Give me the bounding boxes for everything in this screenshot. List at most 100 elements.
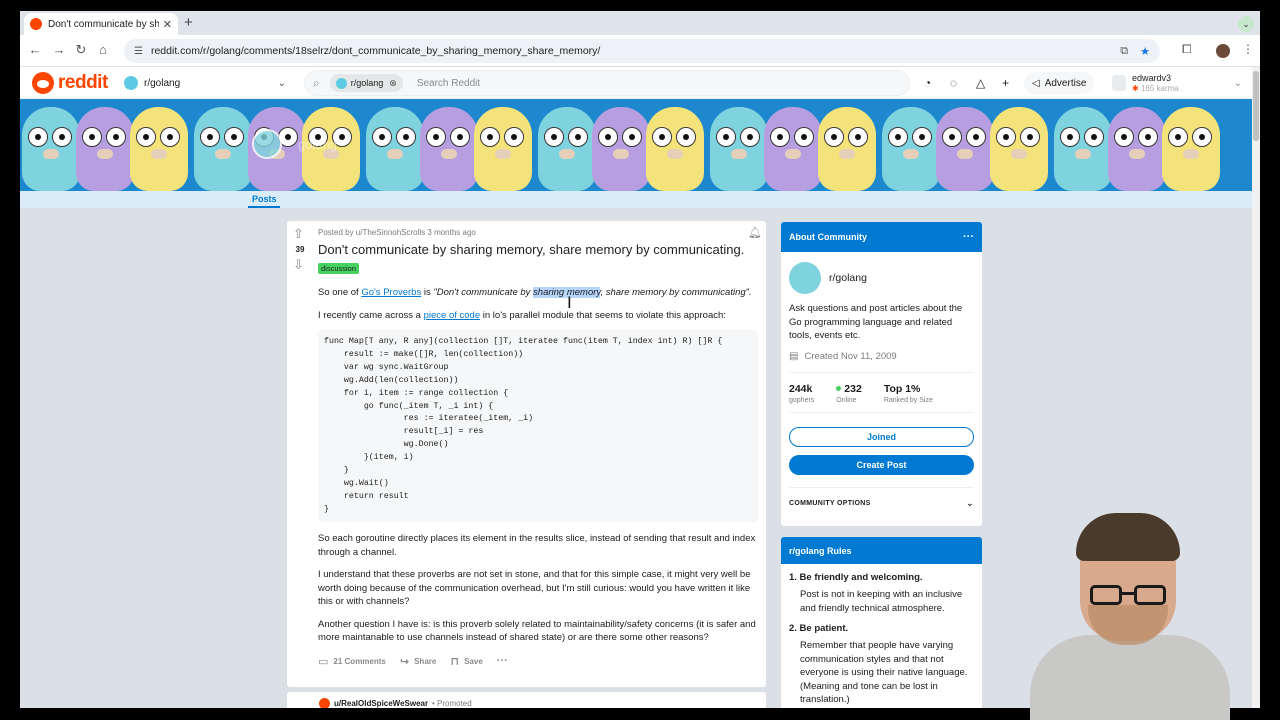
downvote-icon[interactable]: ⇩ — [293, 257, 304, 273]
gopher-mascot-image — [936, 107, 994, 191]
search-input[interactable]: Search Reddit — [417, 78, 480, 89]
new-tab-icon[interactable]: + — [184, 14, 193, 31]
url-text[interactable]: reddit.com/r/golang/comments/18selrz/don… — [151, 45, 1108, 57]
rule-item[interactable]: 2. Be patient. Remember that people have… — [789, 623, 974, 707]
gopher-mascot-image — [710, 107, 768, 191]
about-heading: About Community — [789, 232, 867, 242]
back-icon[interactable]: ← — [26, 42, 44, 57]
post-card: ⇧ 39 ⇩ 🔔︎ Posted by u/TheSinnohScrolls 3… — [287, 221, 766, 687]
gos-proverbs-link[interactable]: Go's Proverbs — [361, 287, 421, 298]
presenter-shirt — [1030, 635, 1230, 720]
community-avatar — [252, 129, 282, 159]
browser-menu-icon[interactable]: ⋮ — [1242, 42, 1254, 56]
active-tab-underline — [248, 206, 280, 208]
create-post-plus-icon[interactable]: + — [1002, 76, 1009, 90]
reddit-logo[interactable]: reddit — [32, 72, 108, 94]
search-icon: ⌕ — [313, 75, 320, 90]
gopher-mascot-image — [22, 107, 80, 191]
community-selector[interactable]: r/golang ⌄ — [124, 74, 286, 92]
rules-header: r/golang Rules — [781, 537, 982, 564]
online-stat: 232 Online — [836, 382, 862, 404]
presenter-glasses — [1090, 585, 1170, 607]
address-bar[interactable]: ☰ reddit.com/r/golang/comments/18selrz/d… — [124, 39, 1160, 63]
user-menu[interactable]: edwardv3 ✱ 165 karma ⌄ — [1112, 70, 1242, 96]
gopher-mascot-image — [474, 107, 532, 191]
close-tab-icon[interactable]: ✕ — [163, 18, 172, 31]
advertise-label: Advertise — [1044, 77, 1087, 89]
tab-search-icon[interactable]: ⌄ — [1238, 16, 1254, 32]
comments-button[interactable]: ▭ 21 Comments — [318, 655, 386, 668]
tab-strip: Don't communicate by sharin ✕ + ⌄ — [20, 11, 1260, 35]
divider — [789, 486, 974, 488]
gopher-mascot-image — [76, 107, 134, 191]
comment-icon: ▭ — [318, 655, 329, 668]
piece-of-code-link[interactable]: piece of code — [424, 310, 481, 321]
gopher-mascot-image — [1162, 107, 1220, 191]
reddit-favicon-icon — [30, 18, 42, 30]
tab-posts[interactable]: Posts — [252, 194, 277, 204]
post-paragraph-2: I recently came across a piece of code i… — [318, 309, 726, 321]
popular-icon[interactable]: ◔ — [924, 76, 931, 90]
post-paragraph-4: I understand that these proverbs are not… — [318, 569, 751, 607]
golang-icon — [124, 76, 138, 90]
community-banner: golang — [20, 99, 1260, 191]
joined-button[interactable]: Joined — [789, 426, 974, 447]
gopher-mascot-image — [1108, 107, 1166, 191]
site-info-icon[interactable]: ☰ — [134, 46, 143, 57]
forward-icon[interactable]: → — [50, 42, 68, 57]
remove-scope-icon[interactable]: ⊗ — [389, 78, 397, 89]
chat-icon[interactable]: ◌ — [950, 76, 957, 90]
home-icon[interactable]: ⌂ — [94, 42, 112, 57]
browser-toolbar: ← → ↻ ⌂ ☰ reddit.com/r/golang/comments/1… — [20, 35, 1260, 67]
vote-score: 39 — [295, 245, 305, 254]
reload-icon[interactable]: ↻ — [72, 42, 90, 58]
save-button[interactable]: ⊓ Save — [450, 655, 482, 668]
scrollbar-thumb[interactable] — [1253, 71, 1259, 141]
bookmark-star-icon[interactable]: ★ — [1140, 45, 1150, 58]
post-body: Posted by u/TheSinnohScrolls 3 months ag… — [318, 228, 758, 668]
notifications-bell-icon[interactable]: △ — [976, 76, 985, 90]
webcam-overlay — [980, 505, 1240, 720]
search-scope-chip[interactable]: r/golang ⊗ — [329, 74, 403, 92]
advertise-button[interactable]: ◁ Advertise — [1024, 72, 1095, 94]
community-name[interactable]: r/golang — [829, 272, 867, 284]
promoted-label: • Promoted — [432, 699, 472, 708]
text-cursor-icon: I — [567, 293, 572, 312]
about-community-header: About Community ··· — [781, 222, 982, 252]
more-options-icon[interactable]: ··· — [963, 231, 974, 243]
gopher-mascot-image — [764, 107, 822, 191]
more-options-icon[interactable]: ··· — [497, 655, 508, 667]
gopher-mascot-image — [646, 107, 704, 191]
bookmark-icon: ⊓ — [450, 655, 460, 668]
search-bar[interactable]: ⌕ r/golang ⊗ Search Reddit — [304, 70, 910, 96]
chevron-down-icon: ⌄ — [277, 77, 286, 89]
share-button[interactable]: ↪ Share — [400, 655, 436, 668]
profile-avatar[interactable] — [1216, 44, 1230, 58]
community-options-toggle[interactable]: COMMUNITY OPTIONS ⌄ — [789, 498, 974, 509]
community-stats: 244k gophers 232 Online Top 1% Ranked by… — [789, 383, 974, 404]
post-flair[interactable]: discussion — [318, 263, 360, 274]
rule-title: 2. Be patient. — [789, 623, 849, 634]
reddit-header: reddit r/golang ⌄ ⌕ r/golang ⊗ Search Re… — [20, 67, 1260, 99]
promoted-post[interactable]: u/RealOldSpiceWeSwear • Promoted — [287, 692, 766, 708]
code-block: func Map[T any, R any](collection []T, i… — [318, 330, 758, 522]
install-app-icon[interactable]: ⧉ — [1120, 45, 1128, 58]
chevron-down-icon: ⌄ — [1233, 77, 1242, 89]
post-meta: Posted by u/TheSinnohScrolls 3 months ag… — [318, 228, 476, 237]
promoted-username[interactable]: u/RealOldSpiceWeSwear — [334, 699, 428, 708]
rule-description: Remember that people have varying commun… — [800, 640, 968, 705]
browser-tab[interactable]: Don't communicate by sharin ✕ — [24, 13, 178, 35]
extensions-icon[interactable]: ⧠ — [1182, 42, 1192, 57]
post-paragraph-3: So each goroutine directly places its el… — [318, 533, 756, 558]
divider — [789, 411, 974, 413]
rule-item[interactable]: 1. Be friendly and welcoming. Post is no… — [789, 572, 974, 615]
promoted-user-avatar — [319, 698, 330, 708]
page-scrollbar[interactable] — [1252, 67, 1260, 708]
create-post-button[interactable]: Create Post — [789, 454, 974, 475]
members-stat: 244k gophers — [789, 382, 815, 404]
community-avatar — [789, 262, 821, 294]
upvote-icon[interactable]: ⇧ — [293, 226, 304, 242]
gopher-mascot-image — [194, 107, 252, 191]
cake-icon: ▤ — [789, 350, 799, 362]
gopher-mascot-image — [592, 107, 650, 191]
